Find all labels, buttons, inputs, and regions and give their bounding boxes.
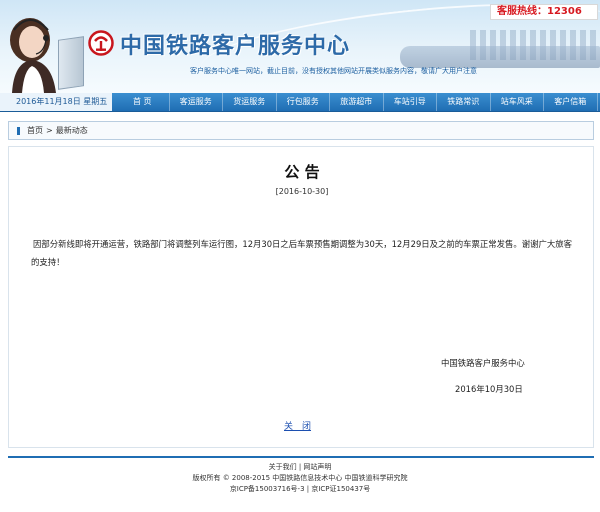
announcement-date: [2016-10-30]: [275, 187, 329, 196]
nav-item-station-style[interactable]: 站车风采: [491, 93, 544, 111]
nav-item-parcel-service[interactable]: 行包服务: [277, 93, 330, 111]
customer-service-agent-image: [10, 18, 56, 93]
breadcrumb-separator: >: [46, 126, 53, 135]
header-notice: 客户服务中心唯一网站，截止目前，没有授权其他网站开展类似服务内容，敬请广大用户注…: [190, 67, 477, 75]
nav-items: 首 页 客运服务 货运服务 行包服务 旅游超市 车站引导 铁路常识 站车风采 客…: [116, 93, 598, 111]
nav-item-customer-mailbox[interactable]: 客户信箱: [544, 93, 598, 111]
main-nav: 2016年11月18日 星期五 首 页 客运服务 货运服务 行包服务 旅游超市 …: [0, 93, 600, 112]
announcement-signature: 中国铁路客户服务中心: [441, 358, 525, 368]
breadcrumb: 首页 > 最新动态: [8, 121, 594, 140]
nav-item-home[interactable]: 首 页: [116, 93, 170, 111]
railway-logo-icon: [88, 30, 114, 56]
announcement-sign-date: 2016年10月30日: [455, 384, 523, 394]
nav-item-passenger-service[interactable]: 客运服务: [170, 93, 223, 111]
monitor-decoration: [58, 36, 84, 90]
footer-statement-link[interactable]: 网站声明: [303, 463, 331, 471]
footer-divider: [8, 456, 594, 458]
footer-about-link[interactable]: 关于我们: [269, 463, 297, 471]
breadcrumb-home-link[interactable]: 首页: [27, 126, 43, 135]
breadcrumb-marker-icon: [17, 127, 20, 135]
footer-link-divider: |: [298, 463, 302, 471]
train-decoration: [400, 46, 600, 68]
footer-copyright: 版权所有 © 2008-2015 中国铁路信息技术中心 中国铁道科学研究院: [192, 474, 408, 482]
announcement-body: 因部分新线即将开通运营，铁路部门将调整列车运行图，12月30日之后车票预售期调整…: [31, 239, 573, 267]
breadcrumb-trail: 首页 > 最新动态: [27, 122, 88, 139]
nav-item-travel-market[interactable]: 旅游超市: [330, 93, 384, 111]
site-header: 中国铁路客户服务中心 客服热线：12306 客户服务中心唯一网站，截止目前，没有…: [0, 0, 600, 93]
hotline-badge: 客服热线：12306: [490, 4, 598, 20]
nav-item-railway-knowledge[interactable]: 铁路常识: [437, 93, 491, 111]
nav-date: 2016年11月18日 星期五: [0, 93, 112, 111]
announcement-title: 公 告: [284, 163, 320, 181]
breadcrumb-current: 最新动态: [55, 126, 88, 135]
nav-item-freight-service[interactable]: 货运服务: [223, 93, 277, 111]
nav-item-station-guide[interactable]: 车站引导: [384, 93, 437, 111]
site-footer: 关于我们 | 网站声明 版权所有 © 2008-2015 中国铁路信息技术中心 …: [0, 462, 600, 495]
footer-links: 关于我们 | 网站声明: [0, 462, 600, 473]
site-title: 中国铁路客户服务中心: [120, 33, 351, 59]
footer-icp: 京ICP备15003716号-3 | 京ICP证150437号: [229, 485, 371, 493]
announcement-panel: 公 告 [2016-10-30] 因部分新线即将开通运营，铁路部门将调整列车运行…: [8, 146, 594, 448]
close-link[interactable]: 关 闭: [284, 419, 311, 432]
